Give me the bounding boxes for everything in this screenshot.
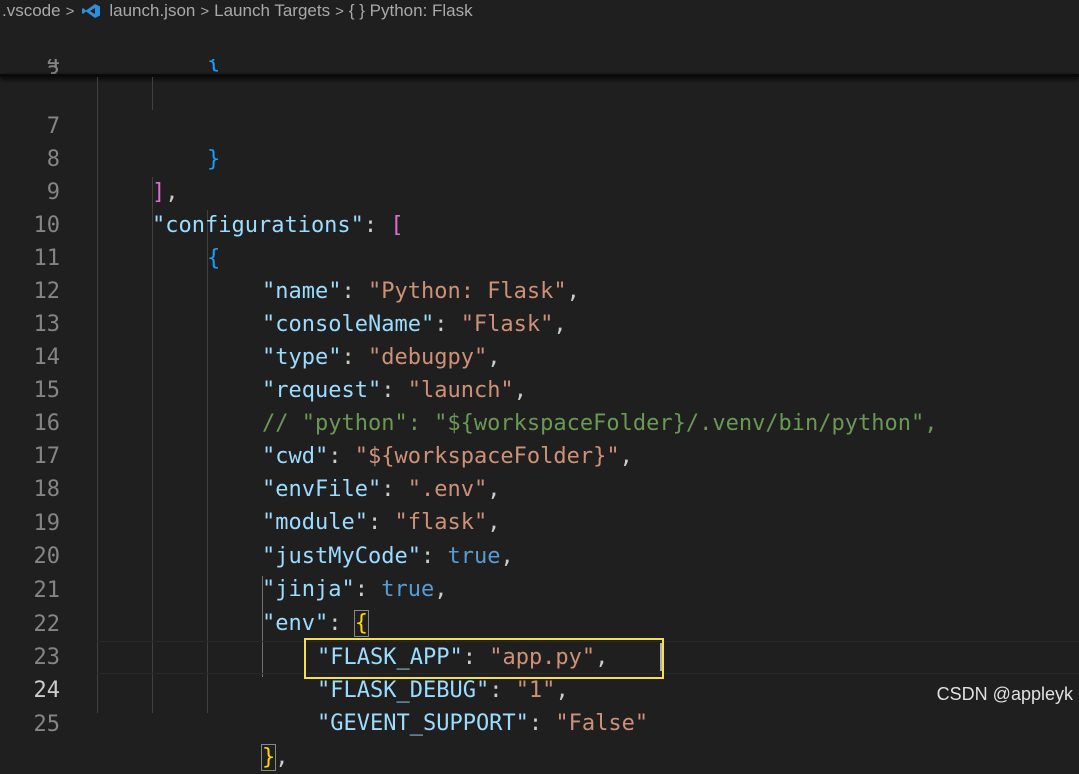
breadcrumb: .vscode > launch.json > Launch Targets >… — [0, 0, 1079, 22]
code-line-18[interactable]: 18 "module": "flask", — [0, 440, 1079, 535]
code-line: }, — [260, 741, 289, 774]
code-line-8[interactable]: 8 ], — [0, 110, 1079, 205]
sticky-line-3[interactable]: 3 "compounds": [ — [0, 26, 1079, 74]
code-line-16[interactable]: 16 "cwd": "${workspaceFolder}", — [0, 374, 1079, 469]
code-line-17[interactable]: 17 "envFile": ".env", — [0, 407, 1079, 502]
vscode-logo-icon — [82, 4, 101, 18]
sticky-scroll-header[interactable]: 3 "compounds": [ 4 { — [0, 26, 1079, 74]
breadcrumb-item-vscode[interactable]: .vscode — [0, 1, 63, 21]
line-number: 4 — [46, 59, 60, 74]
code-line-14[interactable]: 14 "request": "launch", — [0, 308, 1079, 403]
code-line-25[interactable]: 25 }, — [0, 675, 1079, 771]
breadcrumb-item-launch-targets[interactable]: Launch Targets — [212, 1, 332, 21]
code-line-7[interactable]: 7 } — [0, 77, 1079, 172]
open-brace: { — [207, 59, 221, 74]
code-line-22[interactable]: 22 "FLASK_APP": "app.py", — [0, 575, 1079, 670]
code-line-11[interactable]: 11 "name": "Python: Flask", — [0, 209, 1079, 304]
close-brace-matched: } — [260, 744, 277, 771]
text-cursor — [660, 643, 662, 671]
code-line-15[interactable]: 15 // "python": "${workspaceFolder}/.ven… — [0, 341, 1079, 436]
breadcrumb-item-launch-json[interactable]: launch.json — [107, 1, 197, 21]
chevron-right-icon: > — [335, 2, 344, 20]
chevron-right-icon: > — [200, 2, 210, 20]
code-line: "GEVENT_SUPPORT": "False" — [317, 707, 648, 740]
colon: : — [528, 711, 556, 736]
code-line-12[interactable]: 12 "consoleName": "Flask", — [0, 242, 1079, 337]
comma: , — [275, 745, 289, 770]
code-line-21[interactable]: 21 "env": { — [0, 541, 1079, 637]
code-line-9[interactable]: 9 "configurations": [ — [0, 143, 1079, 238]
watermark: CSDN @appleyk — [936, 684, 1073, 704]
code-line-19[interactable]: 19 "justMyCode": true, — [0, 474, 1079, 569]
sticky-line-4-partial: 4 { — [0, 59, 1079, 74]
annotation-highlight-box — [304, 638, 664, 679]
chevron-right-icon: > — [65, 2, 75, 20]
json-key: "GEVENT_SUPPORT" — [317, 711, 529, 736]
breadcrumb-item-python-flask[interactable]: { } Python: Flask — [347, 1, 475, 21]
code-line-23[interactable]: 23 "FLASK_DEBUG": "1", — [0, 608, 1079, 703]
code-line-13[interactable]: 13 "type": "debugpy", — [0, 275, 1079, 370]
code-line-10[interactable]: 10 { — [0, 176, 1079, 271]
code-line-20[interactable]: 20 "jinja": true, — [0, 507, 1079, 602]
json-string-value: "False" — [555, 711, 649, 736]
